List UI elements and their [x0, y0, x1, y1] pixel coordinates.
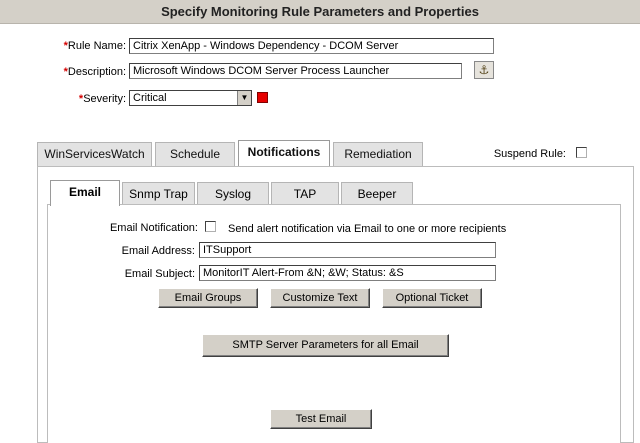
severity-color-swatch [257, 92, 268, 103]
description-label: *Description: [63, 66, 126, 78]
page-title: Specify Monitoring Rule Parameters and P… [0, 0, 640, 24]
chevron-down-icon[interactable]: ▼ [237, 91, 251, 105]
subtab-beeper[interactable]: Beeper [341, 182, 413, 206]
pin-lookup-icon[interactable]: ⚓ [474, 61, 494, 79]
severity-select[interactable]: Critical ▼ [129, 90, 252, 106]
rule-name-input[interactable]: Citrix XenApp - Windows Dependency - DCO… [129, 38, 494, 54]
email-address-label: Email Address: [121, 245, 195, 257]
subtab-snmp-trap[interactable]: Snmp Trap [122, 182, 195, 206]
email-address-input[interactable]: ITSupport [199, 242, 496, 258]
tab-notifications[interactable]: Notifications [238, 140, 330, 166]
tab-remediation[interactable]: Remediation [333, 142, 423, 166]
email-groups-button[interactable]: Email Groups [158, 288, 258, 308]
tab-winserviceswatch[interactable]: WinServicesWatch [37, 142, 152, 166]
description-input[interactable]: Microsoft Windows DCOM Server Process La… [129, 63, 462, 79]
severity-label: *Severity: [78, 93, 126, 105]
email-notification-label: Email Notification: [109, 222, 198, 234]
email-panel [47, 204, 621, 443]
severity-value: Critical [133, 92, 167, 104]
suspend-rule-label: Suspend Rule: [493, 148, 566, 160]
test-email-button[interactable]: Test Email [270, 409, 372, 429]
subtab-email[interactable]: Email [50, 180, 120, 206]
email-notification-checkbox[interactable] [205, 221, 216, 232]
tab-schedule[interactable]: Schedule [155, 142, 235, 166]
optional-ticket-button[interactable]: Optional Ticket [382, 288, 482, 308]
smtp-server-parameters-button[interactable]: SMTP Server Parameters for all Email [202, 334, 449, 357]
email-subject-input[interactable]: MonitorIT Alert-From &N; &W; Status: &S [199, 265, 496, 281]
customize-text-button[interactable]: Customize Text [270, 288, 370, 308]
rule-name-label: *Rule Name: [63, 40, 126, 52]
email-subject-label: Email Subject: [124, 268, 195, 280]
subtab-tap[interactable]: TAP [271, 182, 339, 206]
email-notification-text: Send alert notification via Email to one… [228, 223, 507, 235]
suspend-rule-checkbox[interactable] [576, 147, 587, 158]
subtab-syslog[interactable]: Syslog [197, 182, 269, 206]
